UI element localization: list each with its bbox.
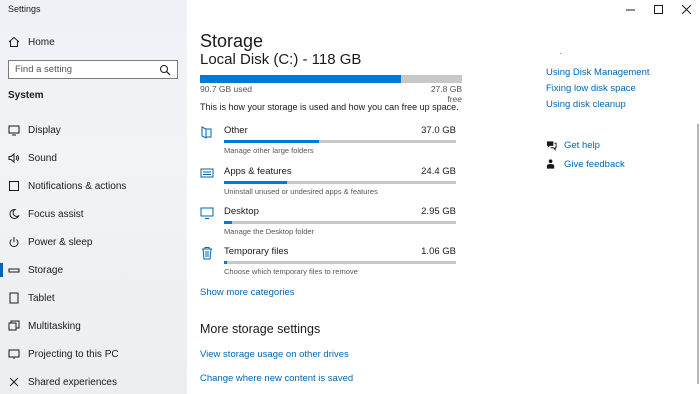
view-other-drives-link[interactable]: View storage usage on other drives [200,349,349,360]
disk-cleanup-link[interactable]: Using disk cleanup [546,99,626,110]
used-label: 90.7 GB used [200,84,252,94]
category-subtitle: Manage other large folders [224,146,314,155]
power-icon [8,236,20,248]
sidebar-item-label: Shared experiences [28,376,117,388]
sidebar-item-multitasking[interactable]: Multitasking [0,312,187,340]
sidebar-item-label: Multitasking [28,320,81,332]
give-feedback-link[interactable]: Give feedback [564,159,625,170]
sidebar-item-focus-assist[interactable]: Focus assist [0,200,187,228]
search-box[interactable] [8,60,178,79]
sidebar-item-label: Projecting to this PC [28,348,119,360]
feedback-icon [546,159,557,170]
sidebar-item-power-sleep[interactable]: Power & sleep [0,228,187,256]
desktop-icon [200,206,214,220]
category-bar-fill [224,261,227,264]
category-name: Desktop [224,206,259,217]
category-size: 37.0 GB [421,125,456,136]
category-bar-fill [224,181,287,184]
sidebar-item-label: Power & sleep [28,236,93,248]
category-bar [224,181,456,184]
free-label: 27.8 GB free [430,84,462,104]
category-bar [224,261,456,264]
sidebar-item-tablet[interactable]: Tablet [0,284,187,312]
other-icon [200,125,214,139]
disk-usage-fill [200,75,402,83]
disk-label: Local Disk (C:) - 118 GB [200,51,362,68]
minimize-icon [625,9,635,10]
category-other[interactable]: Other 37.0 GB Manage other large folders [200,125,462,161]
close-icon [681,4,691,14]
disk-usage-bar [200,75,462,83]
tablet-icon [8,292,20,304]
sidebar-item-sound[interactable]: Sound [0,144,187,172]
scrollbar[interactable] [697,124,699,384]
app-title: Settings [8,4,41,14]
search-input[interactable] [15,64,159,75]
disk-management-link[interactable]: Using Disk Management [546,67,650,78]
category-name: Other [224,125,248,136]
sidebar-item-shared-experiences[interactable]: Shared experiences [0,368,187,394]
storage-icon [8,264,20,276]
display-icon [8,124,20,136]
sidebar-item-projecting[interactable]: Projecting to this PC [0,340,187,368]
storage-description: This is how your storage is used and how… [200,102,459,112]
category-size: 24.4 GB [421,166,456,177]
category-size: 1.06 GB [421,246,456,257]
get-help-row[interactable]: Get help [546,138,600,152]
sidebar-item-display[interactable]: Display [0,116,187,144]
sidebar-item-label: Display [28,124,61,136]
sidebar-item-label: Tablet [28,292,55,304]
sidebar-item-label: Notifications & actions [28,180,127,192]
get-help-link[interactable]: Get help [564,140,600,151]
category-size: 2.95 GB [421,206,456,217]
sidebar-item-label: Focus assist [28,208,84,220]
home-icon [8,36,20,48]
sidebar-nav: Display Sound Notifications & actions Fo… [0,116,187,394]
page-title: Storage [200,31,264,51]
change-save-location-link[interactable]: Change where new content is saved [200,373,353,384]
get-help-icon [546,140,557,151]
category-bar [224,221,456,224]
category-bar [224,140,456,143]
low-disk-space-link[interactable]: Fixing low disk space [546,83,636,94]
settings-window: Settings Home System Display Sound [0,0,700,394]
projecting-icon [8,348,20,360]
notifications-icon [8,180,20,192]
sidebar-item-label: Sound [28,152,57,164]
sidebar-item-label: Storage [28,264,64,276]
category-subtitle: Manage the Desktop folder [224,227,315,236]
more-storage-settings-heading: More storage settings [200,322,321,336]
window-controls [616,0,700,18]
maximize-icon [653,4,663,14]
home-nav-item[interactable]: Home [8,35,55,49]
give-feedback-row[interactable]: Give feedback [546,157,625,171]
minimize-button[interactable] [616,0,644,18]
category-temporary-files[interactable]: Temporary files 1.06 GB Choose which tem… [200,246,462,282]
category-subtitle: Uninstall unused or undesired apps & fea… [224,187,378,196]
apps-icon [200,166,214,180]
search-icon[interactable] [159,64,171,76]
show-more-categories-link[interactable]: Show more categories [200,287,295,298]
sidebar: Settings Home System Display Sound [0,0,187,394]
home-label: Home [28,36,55,48]
focus-assist-icon [8,208,20,220]
category-name: Apps & features [224,166,292,177]
separator-dot: · [559,49,562,58]
sidebar-item-storage[interactable]: Storage [0,256,187,284]
category-bar-fill [224,221,232,224]
sound-icon [8,152,20,164]
category-subtitle: Choose which temporary files to remove [224,267,358,276]
sidebar-item-notifications[interactable]: Notifications & actions [0,172,187,200]
category-name: Temporary files [224,246,289,257]
category-bar-fill [224,140,320,143]
maximize-button[interactable] [644,0,672,18]
close-button[interactable] [672,0,700,18]
category-apps[interactable]: Apps & features 24.4 GB Uninstall unused… [200,166,462,202]
shared-experiences-icon [8,376,20,388]
trash-icon [200,246,214,260]
multitasking-icon [8,320,20,332]
section-heading: System [8,90,44,101]
category-desktop[interactable]: Desktop 2.95 GB Manage the Desktop folde… [200,206,462,242]
